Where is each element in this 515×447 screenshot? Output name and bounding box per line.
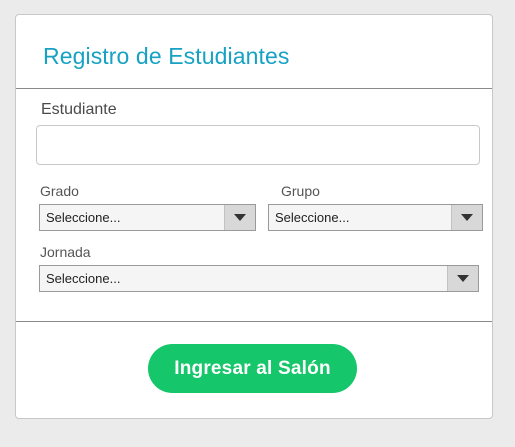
student-input[interactable]	[36, 125, 480, 165]
shift-select-value: Seleccione...	[46, 271, 121, 286]
group-select-value: Seleccione...	[275, 210, 350, 225]
grade-label: Grado	[40, 183, 79, 199]
group-label: Grupo	[281, 183, 320, 199]
chevron-down-icon	[451, 205, 482, 230]
chevron-down-icon	[224, 205, 255, 230]
form-title: Registro de Estudiantes	[43, 43, 290, 69]
footer-divider	[16, 321, 492, 322]
shift-select[interactable]: Seleccione...	[39, 265, 479, 292]
chevron-down-icon	[447, 266, 478, 291]
group-select[interactable]: Seleccione...	[268, 204, 483, 231]
grade-select-value: Seleccione...	[46, 210, 121, 225]
shift-label: Jornada	[40, 244, 91, 260]
registration-card: Registro de Estudiantes Estudiante Grado…	[15, 14, 493, 419]
student-label: Estudiante	[41, 101, 117, 118]
enter-classroom-button[interactable]: Ingresar al Salón	[148, 344, 357, 393]
grade-select[interactable]: Seleccione...	[39, 204, 256, 231]
header-divider	[16, 88, 492, 89]
